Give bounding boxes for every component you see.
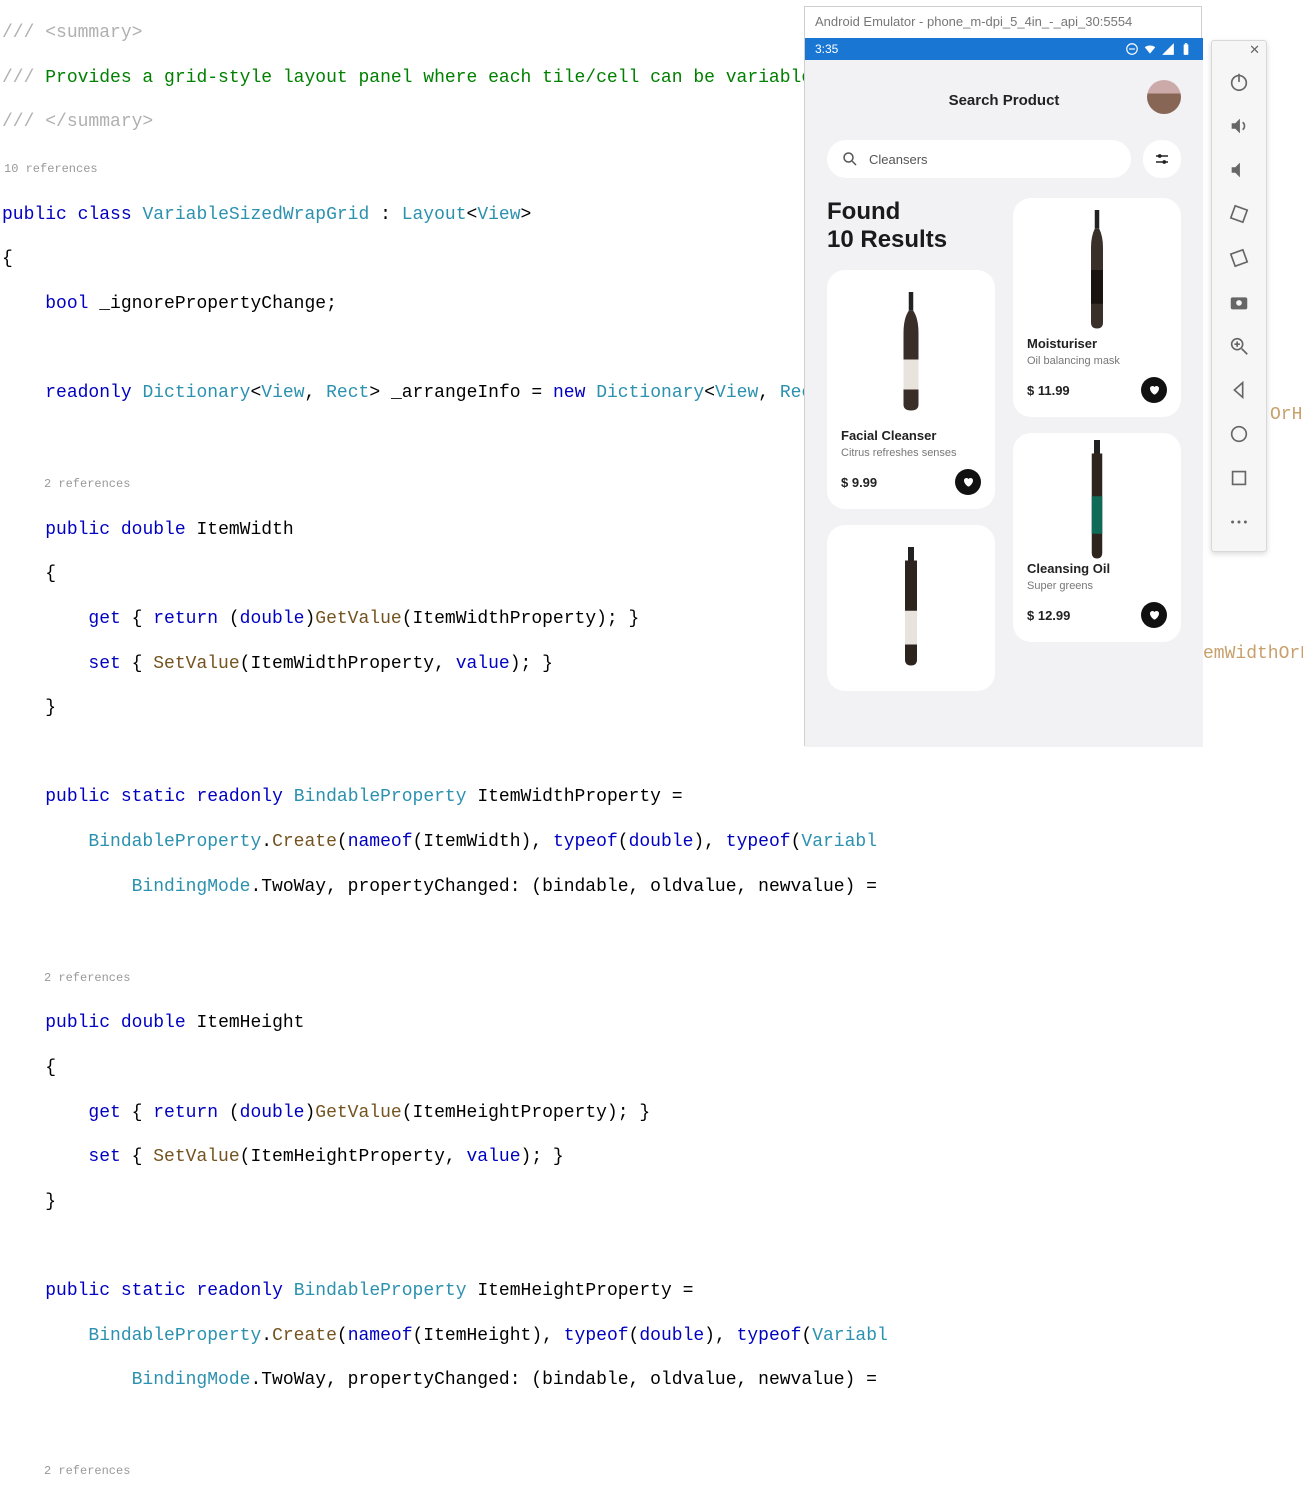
camera-icon[interactable] [1228, 291, 1250, 313]
power-icon[interactable] [1228, 71, 1250, 93]
favorite-button[interactable] [955, 469, 981, 495]
volume-up-icon[interactable] [1228, 115, 1250, 137]
product-card[interactable]: Cleansing Oil Super greens $ 12.99 [1013, 433, 1181, 642]
product-name: Facial Cleanser [841, 428, 981, 443]
home-icon[interactable] [1228, 423, 1250, 445]
rotate-left-icon[interactable] [1228, 203, 1250, 225]
results-count: Found 10 Results [827, 198, 995, 254]
device-screen[interactable]: 3:35 Search Product Cleansers [805, 38, 1203, 747]
more-icon[interactable] [1228, 511, 1250, 533]
search-value: Cleansers [869, 152, 928, 167]
heart-icon [1148, 609, 1160, 621]
doc-comment: Provides a grid-style layout panel where… [45, 68, 866, 88]
product-price: $ 9.99 [841, 475, 877, 490]
product-name: Moisturiser [1027, 336, 1167, 351]
close-button[interactable]: ✕ [1249, 43, 1260, 58]
avatar[interactable] [1147, 80, 1181, 114]
xml-doc: /// [2, 68, 45, 88]
filter-icon [1153, 150, 1171, 168]
product-desc: Citrus refreshes senses [841, 447, 981, 459]
product-desc: Super greens [1027, 580, 1167, 592]
product-image [841, 537, 981, 677]
battery-icon [1179, 42, 1193, 56]
background-code-fragment: OrHe [1270, 405, 1303, 425]
codelens-refs[interactable]: 2 references [44, 1460, 1303, 1482]
product-price: $ 11.99 [1027, 383, 1070, 398]
product-image [1027, 210, 1167, 330]
product-price: $ 12.99 [1027, 608, 1070, 623]
xml-doc: /// [2, 112, 45, 132]
signal-icon [1161, 42, 1175, 56]
product-desc: Oil balancing mask [1027, 355, 1167, 367]
favorite-button[interactable] [1141, 377, 1167, 403]
dnd-icon [1125, 42, 1139, 56]
rotate-right-icon[interactable] [1228, 247, 1250, 269]
codelens-refs[interactable]: 2 references [44, 967, 1303, 989]
product-card[interactable]: Moisturiser Oil balancing mask $ 11.99 [1013, 198, 1181, 417]
emulator-window: Android Emulator - phone_m-dpi_5_4in_-_a… [804, 6, 1202, 746]
xml-summary-open: <summary> [45, 23, 142, 43]
heart-icon [962, 476, 974, 488]
search-input[interactable]: Cleansers [827, 140, 1131, 178]
product-name: Cleansing Oil [1027, 561, 1167, 576]
xml-summary-close: </summary> [45, 112, 153, 132]
wifi-icon [1143, 42, 1157, 56]
status-time: 3:35 [815, 42, 838, 56]
product-image [841, 282, 981, 422]
zoom-icon[interactable] [1228, 335, 1250, 357]
background-code-fragment: emWidthOrHe [1203, 644, 1303, 664]
filter-button[interactable] [1143, 140, 1181, 178]
emulator-title: Android Emulator - phone_m-dpi_5_4in_-_a… [805, 7, 1201, 37]
product-card[interactable] [827, 525, 995, 691]
search-icon [841, 150, 859, 168]
emulator-toolbar: ✕ [1211, 40, 1267, 552]
favorite-button[interactable] [1141, 602, 1167, 628]
overview-icon[interactable] [1228, 467, 1250, 489]
product-card[interactable]: Facial Cleanser Citrus refreshes senses … [827, 270, 995, 509]
page-title: Search Product [949, 92, 1060, 109]
android-statusbar: 3:35 [805, 38, 1203, 60]
heart-icon [1148, 384, 1160, 396]
back-icon[interactable] [1228, 379, 1250, 401]
volume-down-icon[interactable] [1228, 159, 1250, 181]
product-image [1027, 445, 1167, 555]
xml-doc: /// [2, 23, 45, 43]
